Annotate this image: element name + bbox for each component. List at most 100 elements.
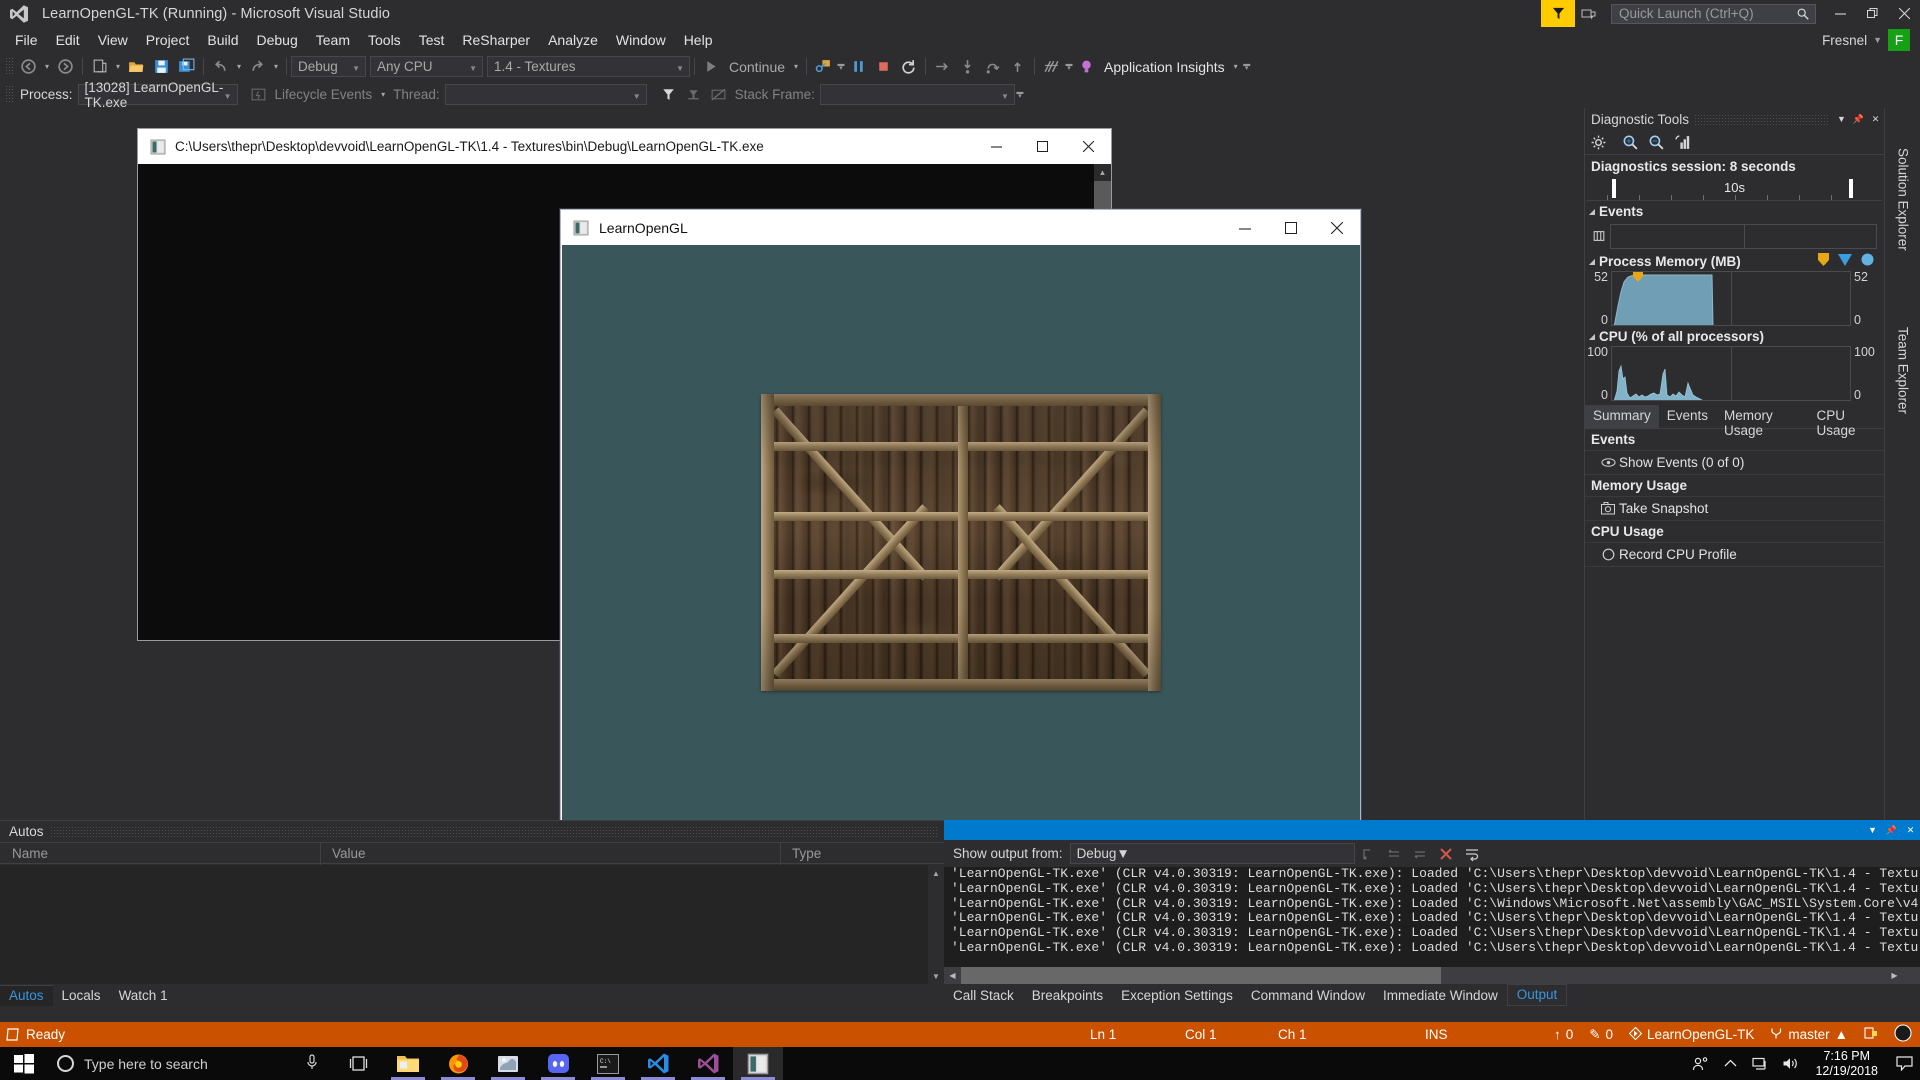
menu-item-team[interactable]: Team (307, 29, 359, 51)
output-text-area[interactable]: 'LearnOpenGL-TK.exe' (CLR v4.0.30319: Le… (944, 867, 1920, 967)
menu-item-help[interactable]: Help (675, 29, 722, 51)
collapse-triangle-icon[interactable]: ◢ (1585, 207, 1599, 216)
restart-icon[interactable] (896, 55, 921, 78)
debug-toolbar-grip[interactable] (5, 85, 14, 104)
send-feedback-icon[interactable] (1541, 0, 1575, 27)
scroll-right-icon[interactable]: ▶ (1886, 967, 1903, 984)
step-over-icon[interactable] (980, 55, 1005, 78)
output-hscroll-thumb[interactable] (961, 967, 1441, 984)
tab-output[interactable]: Output (1507, 984, 1568, 1006)
account-name[interactable]: Fresnel (1822, 33, 1867, 48)
taskbar-firefox[interactable] (433, 1047, 483, 1080)
restore-button[interactable] (1856, 0, 1888, 27)
toggle-word-wrap-icon[interactable] (1459, 842, 1485, 865)
lifecycle-caret[interactable]: ▾ (377, 83, 389, 106)
console-minimize-button[interactable] (973, 129, 1019, 164)
save-all-icon[interactable] (174, 55, 199, 78)
console-title-bar[interactable]: C:\Users\thepr\Desktop\devvoid\LearnOpen… (138, 129, 1111, 164)
output-horizontal-scrollbar[interactable]: ◀ ▶ (944, 967, 1920, 984)
metrics-overflow-icon[interactable]: ▬▾ (1064, 55, 1074, 78)
take-snapshot-row[interactable]: Take Snapshot (1585, 497, 1884, 521)
timeline-marker-start[interactable] (1612, 179, 1616, 198)
collapse-triangle-icon[interactable]: ◢ (1585, 257, 1599, 266)
app-insights-caret[interactable]: ▾ (1230, 55, 1242, 78)
open-file-icon[interactable] (124, 55, 149, 78)
save-icon[interactable] (149, 55, 174, 78)
status-branch[interactable]: master ▲ (1762, 1027, 1856, 1043)
scroll-up-icon[interactable]: ▲ (1094, 164, 1111, 181)
quick-launch-input[interactable]: Quick Launch (Ctrl+Q) (1611, 4, 1816, 24)
redo-caret[interactable]: ▾ (270, 55, 282, 78)
debug-toolbar-overflow-icon[interactable]: ▬▾ (1015, 83, 1025, 106)
application-insights-icon[interactable] (1074, 55, 1099, 78)
thread-combo[interactable]: ▼ (445, 84, 647, 105)
output-source-combo[interactable]: Debug ▼ (1070, 843, 1355, 864)
navigate-forward-icon[interactable] (53, 55, 78, 78)
vtab-solution-explorer[interactable]: Solution Explorer (1885, 112, 1920, 287)
platform-combo[interactable]: Any CPU ▼ (370, 56, 483, 77)
process-combo[interactable]: [13028] LearnOpenGL-TK.exe ▼ (78, 84, 238, 105)
tab-exception-settings[interactable]: Exception Settings (1112, 986, 1242, 1006)
taskbar-search-box[interactable]: Type here to search (48, 1047, 333, 1080)
menu-item-debug[interactable]: Debug (248, 29, 307, 51)
application-insights-label[interactable]: Application Insights (1099, 59, 1230, 75)
stop-debugging-icon[interactable] (871, 55, 896, 78)
reset-view-chart-icon[interactable] (1669, 131, 1695, 154)
microphone-icon[interactable] (305, 1054, 319, 1074)
menu-item-build[interactable]: Build (198, 29, 247, 51)
start-button[interactable] (0, 1047, 48, 1080)
tab-autos[interactable]: Autos (0, 985, 53, 1006)
continue-caret[interactable]: ▾ (790, 55, 802, 78)
chevron-down-icon[interactable]: ▼ (1873, 35, 1882, 45)
menu-item-tools[interactable]: Tools (359, 29, 410, 51)
continue-label[interactable]: Continue (724, 59, 790, 75)
console-close-button[interactable] (1065, 129, 1111, 164)
dtab-cpu-usage[interactable]: CPU Usage (1808, 405, 1884, 428)
process-memory-chart[interactable] (1611, 271, 1851, 326)
no-stack-frame-icon[interactable] (706, 83, 731, 106)
menu-item-analyze[interactable]: Analyze (539, 29, 607, 51)
attach-overflow-icon[interactable]: ▬▾ (836, 55, 846, 78)
output-close-icon[interactable]: ✕ (1901, 820, 1920, 840)
diagnostics-timeline-ruler[interactable]: 10s (1587, 177, 1882, 201)
show-next-statement-icon[interactable] (930, 55, 955, 78)
code-metrics-icon[interactable] (1039, 55, 1064, 78)
taskbar-task-view-button[interactable] (333, 1047, 383, 1080)
volume-icon[interactable] (1775, 1047, 1805, 1080)
taskbar-visual-studio[interactable] (683, 1047, 733, 1080)
diagnostic-pin-icon[interactable]: 📌 (1850, 108, 1867, 130)
undo-caret[interactable]: ▾ (233, 55, 245, 78)
navigate-backward-icon[interactable] (16, 55, 41, 78)
taskbar-learnopengl-app[interactable] (733, 1047, 783, 1080)
gear-icon[interactable] (1585, 131, 1611, 154)
autos-scroll-down-icon[interactable]: ▼ (928, 968, 944, 984)
events-track[interactable] (1610, 224, 1877, 249)
feedback-comment-icon[interactable] (1575, 0, 1603, 27)
configuration-combo[interactable]: Debug ▼ (291, 56, 366, 77)
learnopengl-window[interactable]: LearnOpenGL (560, 209, 1361, 841)
menu-item-project[interactable]: Project (137, 29, 199, 51)
menu-item-window[interactable]: Window (607, 29, 675, 51)
menu-item-file[interactable]: File (6, 29, 47, 51)
timeline-marker-end[interactable] (1849, 179, 1853, 198)
taskbar-vs-code[interactable] (633, 1047, 683, 1080)
autos-column-value[interactable]: Value (320, 846, 780, 861)
lifecycle-events-icon[interactable] (246, 83, 271, 106)
collapse-triangle-icon[interactable]: ◢ (1585, 332, 1599, 341)
autos-scroll-up-icon[interactable]: ▲ (928, 865, 944, 881)
diagnostic-drag-dots[interactable] (1694, 114, 1828, 125)
dtab-events[interactable]: Events (1659, 405, 1716, 428)
learnopengl-title-bar[interactable]: LearnOpenGL (561, 210, 1360, 245)
tab-locals[interactable]: Locals (53, 986, 110, 1006)
menu-item-edit[interactable]: Edit (47, 29, 89, 51)
diagnostic-close-icon[interactable]: ✕ (1867, 108, 1884, 130)
tab-breakpoints[interactable]: Breakpoints (1023, 986, 1112, 1006)
status-pending-edits[interactable]: ✎ 0 (1581, 1027, 1621, 1043)
taskbar-paint[interactable] (483, 1047, 533, 1080)
diagnostic-dropdown-icon[interactable]: ▼ (1833, 108, 1850, 130)
scroll-left-icon[interactable]: ◀ (944, 967, 961, 984)
zoom-in-icon[interactable] (1617, 131, 1643, 154)
autos-col-divider-1[interactable] (320, 843, 321, 865)
dtab-summary[interactable]: Summary (1585, 405, 1659, 428)
clear-all-icon[interactable] (1433, 842, 1459, 865)
